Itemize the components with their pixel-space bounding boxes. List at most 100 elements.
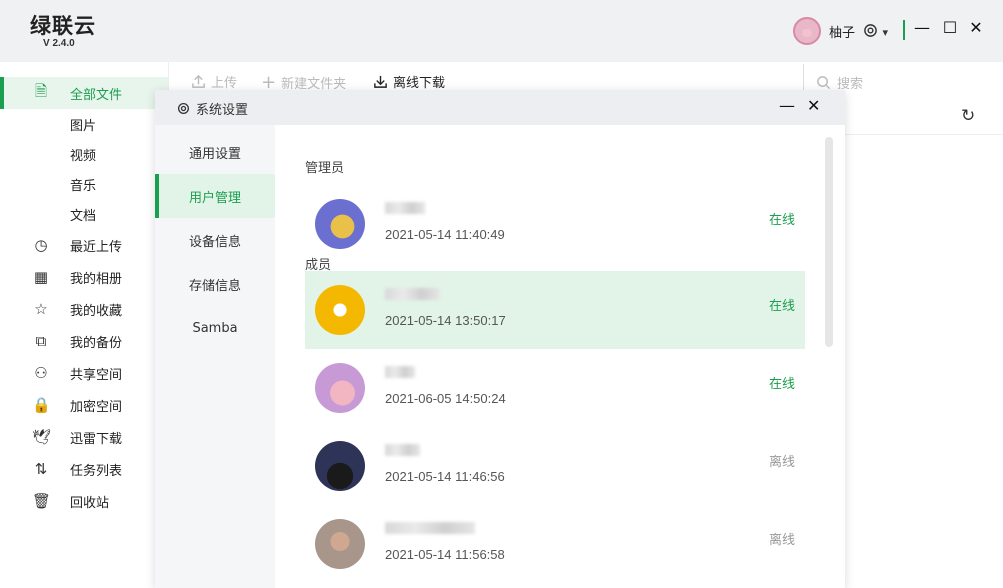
sidebar-item[interactable]: ⧉ 我的备份 (0, 325, 168, 357)
sidebar-item[interactable]: ⚇ 共享空间 (0, 357, 168, 389)
user-avatar (315, 199, 365, 249)
sidebar-item-label: 我的备份 (70, 335, 123, 351)
sidebar-item[interactable]: 🗎 全部文件 (0, 77, 168, 109)
dialog-nav-item[interactable]: Samba (155, 306, 275, 350)
user-last-login: 2021-05-14 11:46:56 (385, 469, 505, 484)
user-area[interactable]: 柚子 ▾ (793, 17, 888, 45)
offline-download-button[interactable]: 离线下载 (373, 72, 445, 91)
clock-icon: ◷ (34, 236, 48, 254)
users-icon: ⚇ (34, 364, 48, 382)
user-avatar (315, 285, 365, 335)
sidebar-item[interactable]: 🗑 回收站 (0, 485, 168, 517)
dialog-minimize-button[interactable]: — (779, 96, 795, 115)
sidebar-item[interactable]: 图片 (0, 108, 168, 140)
sidebar-item[interactable]: 文档 (0, 198, 168, 230)
sidebar-item-label: 加密空间 (70, 399, 123, 415)
gear-icon (864, 23, 877, 37)
user-status: 在线 (768, 213, 795, 228)
minimize-button[interactable]: — (912, 18, 932, 40)
user-name-redacted (385, 201, 425, 217)
backup-icon: ⧉ (35, 332, 47, 350)
dialog-nav-item[interactable]: 通用设置 (155, 130, 275, 174)
sidebar-item[interactable]: 🔒 加密空间 (0, 389, 168, 421)
upload-label: 上传 (211, 76, 238, 91)
sidebar-item[interactable]: ▦ 我的相册 (0, 261, 168, 293)
settings-dialog: 系统设置 — ✕ 通用设置 用户管理 设备信息 存储信息 Samba 管理员 成员 20… (155, 90, 845, 588)
refresh-icon[interactable]: ↻ (961, 106, 975, 126)
username[interactable]: 柚子 (829, 22, 855, 41)
user-last-login: 2021-06-05 14:50:24 (385, 391, 506, 406)
sidebar-item[interactable]: ◷ 最近上传 (0, 229, 168, 261)
scrollbar[interactable] (825, 137, 833, 347)
user-status: 在线 (768, 299, 795, 314)
dialog-nav-item[interactable]: 用户管理 (155, 174, 275, 218)
sidebar: 🗎 全部文件图片视频音乐文档 ◷ 最近上传 ▦ 我的相册 ☆ 我的收藏 ⧉ 我的备份 ⚇ 共享空间 🔒 加… (0, 62, 168, 588)
user-status: 在线 (768, 377, 795, 392)
user-card[interactable]: 2021-05-14 11:40:49 在线 (305, 185, 805, 263)
sidebar-item-label: 全部文件 (70, 87, 123, 103)
app-version: V 2.4.0 (43, 38, 75, 49)
dialog-close-button[interactable]: ✕ (807, 96, 820, 115)
user-name-redacted (385, 365, 415, 381)
dialog-nav: 通用设置 用户管理 设备信息 存储信息 Samba (155, 125, 275, 588)
gear-icon (177, 102, 190, 115)
sidebar-item-label: 我的收藏 (70, 303, 123, 319)
sidebar-item-label: 最近上传 (70, 239, 123, 255)
sidebar-item-label: 视频 (70, 148, 97, 164)
user-name-redacted (385, 521, 475, 537)
bird-icon: 🕊 (32, 428, 52, 446)
user-card[interactable]: 2021-06-05 14:50:24 在线 (305, 349, 805, 427)
lock-icon: 🔒 (32, 396, 51, 414)
sidebar-item-label: 任务列表 (70, 463, 123, 479)
sidebar-item-label: 文档 (70, 208, 97, 224)
title-bar: 绿联云 V 2.4.0 柚子 ▾ — ☐ ✕ (0, 0, 1003, 62)
dialog-header: 系统设置 — ✕ (155, 90, 845, 125)
grid-icon: ▦ (33, 268, 49, 286)
user-card[interactable]: 2021-05-14 13:50:17 在线 (305, 271, 805, 349)
user-name-redacted (385, 287, 440, 303)
user-status: 离线 (768, 533, 795, 548)
user-avatar (315, 441, 365, 491)
user-last-login: 2021-05-14 11:56:58 (385, 547, 505, 562)
star-icon: ☆ (34, 300, 48, 318)
download-icon (374, 75, 387, 88)
sidebar-item-label: 共享空间 (70, 367, 123, 383)
header-divider (903, 20, 905, 40)
sidebar-item-label: 音乐 (70, 178, 97, 194)
sidebar-item[interactable]: 视频 (0, 138, 168, 170)
sidebar-item[interactable]: 🕊 迅雷下载 (0, 421, 168, 453)
dialog-nav-item[interactable]: 设备信息 (155, 218, 275, 262)
settings-dropdown[interactable]: ▾ (863, 23, 888, 40)
upload-icon (192, 74, 205, 88)
chevron-down-icon: ▾ (882, 25, 888, 39)
user-card[interactable]: 2021-05-14 11:46:56 离线 (305, 427, 805, 505)
offline-download-label: 离线下载 (393, 76, 446, 91)
trash-icon: 🗑 (32, 492, 52, 510)
user-management-panel: 管理员 成员 2021-05-14 11:40:49 在线 2021-05-14 1… (275, 125, 845, 588)
sidebar-item[interactable]: ⇅ 任务列表 (0, 453, 168, 485)
dialog-nav-item[interactable]: 存储信息 (155, 262, 275, 306)
user-avatar[interactable] (793, 17, 821, 45)
dialog-title: 系统设置 (177, 99, 248, 118)
sidebar-item-label: 图片 (70, 118, 97, 134)
user-name-redacted (385, 443, 420, 459)
sidebar-item-label: 迅雷下载 (70, 431, 123, 447)
admin-section-label: 管理员 (305, 161, 345, 176)
user-avatar (315, 363, 365, 413)
search-icon (817, 75, 831, 89)
sidebar-item[interactable]: 音乐 (0, 168, 168, 200)
user-last-login: 2021-05-14 11:40:49 (385, 227, 505, 242)
user-last-login: 2021-05-14 13:50:17 (385, 313, 506, 328)
sort-arrows-icon: ⇅ (34, 460, 48, 478)
maximize-button[interactable]: ☐ (940, 18, 960, 40)
app-logo: 绿联云 (30, 14, 96, 38)
sidebar-item-label: 回收站 (70, 495, 110, 511)
sidebar-item-label: 我的相册 (70, 271, 123, 287)
dialog-title-text: 系统设置 (196, 103, 249, 118)
sidebar-item[interactable]: ☆ 我的收藏 (0, 293, 168, 325)
file-icon: 🗎 (34, 81, 48, 100)
upload-button[interactable]: 上传 (191, 72, 237, 91)
user-status: 离线 (768, 455, 795, 470)
close-button[interactable]: ✕ (966, 18, 986, 40)
user-card[interactable]: 2021-05-14 11:56:58 离线 (305, 505, 805, 583)
